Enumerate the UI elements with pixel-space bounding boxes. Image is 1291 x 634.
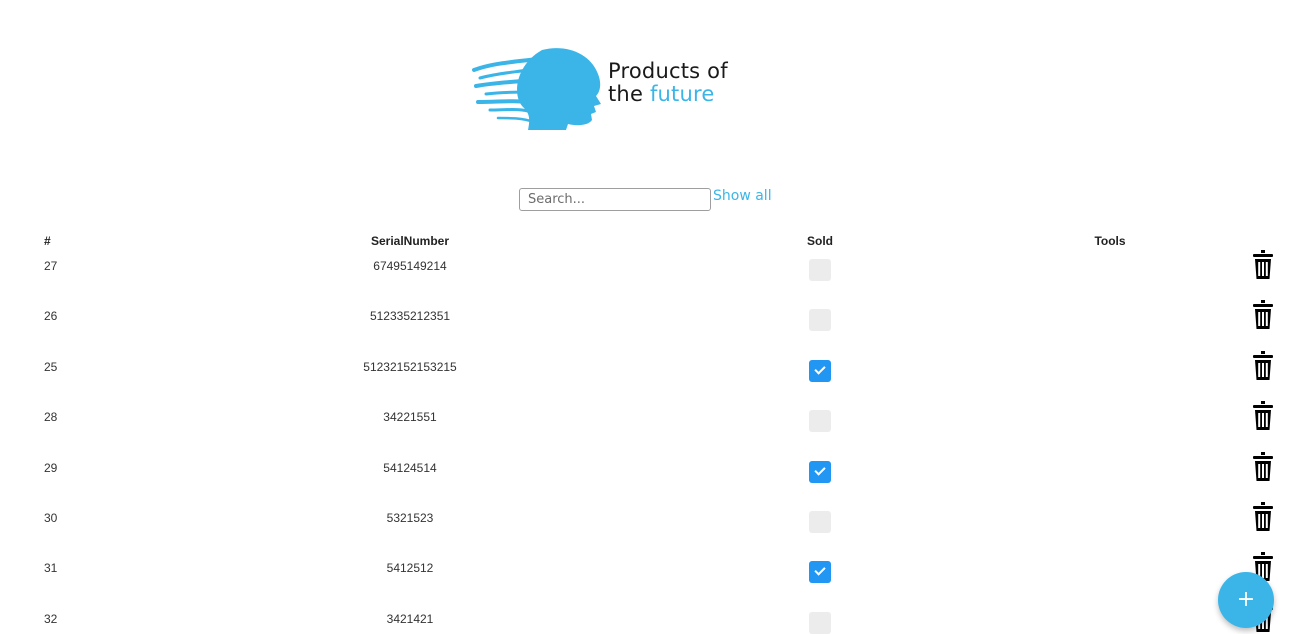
row-id: 25 [44,359,58,374]
table-body: 27 67495149214 26 512335212351 25 512321… [0,250,1291,634]
row-id: 27 [44,259,58,273]
row-serial-number: 34221551 [383,410,437,425]
table-row: 28 34221551 [0,401,1291,451]
row-id: 31 [44,561,58,576]
table-row: 26 512335212351 [0,300,1291,350]
table-row: 29 54124514 [0,451,1291,502]
brand-line-2-accent: future [649,82,715,106]
show-all-link[interactable]: Show all [713,188,772,204]
trash-icon[interactable] [1251,401,1275,431]
row-serial-number: 5412512 [386,561,434,576]
column-header-id: # [44,234,51,248]
table-header: # SerialNumber Sold Tools [0,230,1291,250]
sold-checkbox-checked[interactable] [809,359,831,382]
trash-icon[interactable] [1251,350,1275,381]
search-input[interactable] [519,188,711,211]
table-row: 30 5321523 [0,501,1291,552]
row-id: 28 [44,410,58,425]
row-serial-number: 67495149214 [373,259,447,273]
brand-logo: Products of the future [472,44,762,130]
brand-line-2: the future [608,83,728,106]
column-header-serial: SerialNumber [370,234,450,248]
sold-checkbox-unchecked[interactable] [809,611,831,634]
sold-checkbox-unchecked[interactable] [809,410,831,433]
brand-line-1: Products of [608,59,728,83]
plus-icon: + [1236,587,1256,612]
sold-checkbox-checked[interactable] [809,561,831,584]
row-serial-number: 54124514 [383,460,437,475]
table-row: 31 5412512 [0,552,1291,602]
brand-line-2-prefix: the [608,82,650,106]
page: Products of the future Show all # Serial… [0,0,1291,634]
sold-checkbox-checked[interactable] [809,460,831,483]
trash-icon[interactable] [1251,501,1275,532]
column-header-tools: Tools [1094,234,1126,248]
products-table: # SerialNumber Sold Tools 27 67495149214… [0,230,1291,634]
add-product-button[interactable]: + [1218,572,1274,628]
brand-name: Products of the future [608,60,728,106]
trash-icon[interactable] [1251,250,1275,280]
sold-checkbox-unchecked[interactable] [809,309,831,332]
trash-icon[interactable] [1251,451,1275,482]
row-id: 30 [44,510,58,525]
row-serial-number: 512335212351 [369,309,451,324]
sold-checkbox-unchecked[interactable] [809,510,831,533]
row-serial-number: 3421421 [386,611,434,626]
table-row: 25 51232152153215 [0,350,1291,401]
row-id: 32 [44,611,58,626]
row-serial-number: 51232152153215 [363,359,457,374]
table-row: 27 67495149214 [0,250,1291,300]
row-serial-number: 5321523 [386,510,434,525]
trash-icon[interactable] [1251,300,1275,330]
table-row: 32 3421421 [0,602,1291,634]
sold-checkbox-unchecked[interactable] [809,259,831,281]
column-header-sold: Sold [807,234,833,248]
search-bar: Show all [519,187,772,212]
head-logo-icon [472,48,601,130]
row-id: 29 [44,460,58,475]
row-id: 26 [44,309,58,324]
